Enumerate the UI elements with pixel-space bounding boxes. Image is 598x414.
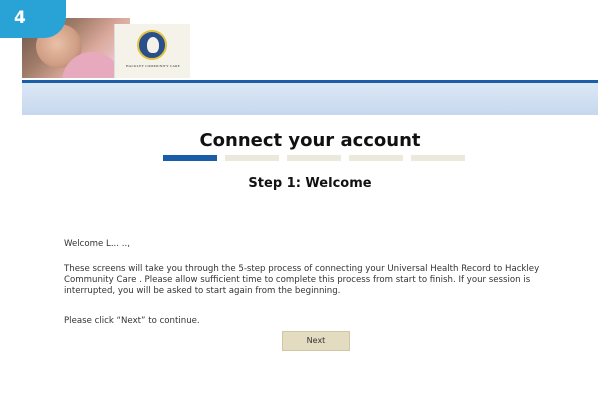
step-number-badge: 4	[0, 0, 66, 38]
progress-step-2	[225, 155, 279, 161]
hackley-logo[interactable]: HACKLEY COMMUNITY CARE	[114, 24, 190, 78]
step-title: Step 1: Welcome	[248, 176, 372, 191]
progress-step-1	[163, 155, 217, 161]
header-banner: HACKLEY COMMUNITY CARE	[22, 18, 598, 78]
continue-instruction: Please click “Next” to continue.	[64, 316, 200, 326]
progress-step-5	[411, 155, 465, 161]
logo-emblem-icon	[137, 30, 167, 60]
welcome-text: Welcome L... ..,	[64, 239, 130, 249]
nav-bar	[22, 83, 598, 115]
progress-step-3	[287, 155, 341, 161]
intro-paragraph: These screens will take you through the …	[64, 264, 540, 296]
page: 4 HACKLEY COMMUNITY CARE Connect your ac…	[0, 0, 598, 414]
next-button[interactable]: Next	[282, 331, 350, 351]
progress-step-4	[349, 155, 403, 161]
logo-text: HACKLEY COMMUNITY CARE	[126, 64, 180, 68]
page-title: Connect your account	[199, 130, 421, 151]
step-progress-bar	[163, 155, 465, 161]
